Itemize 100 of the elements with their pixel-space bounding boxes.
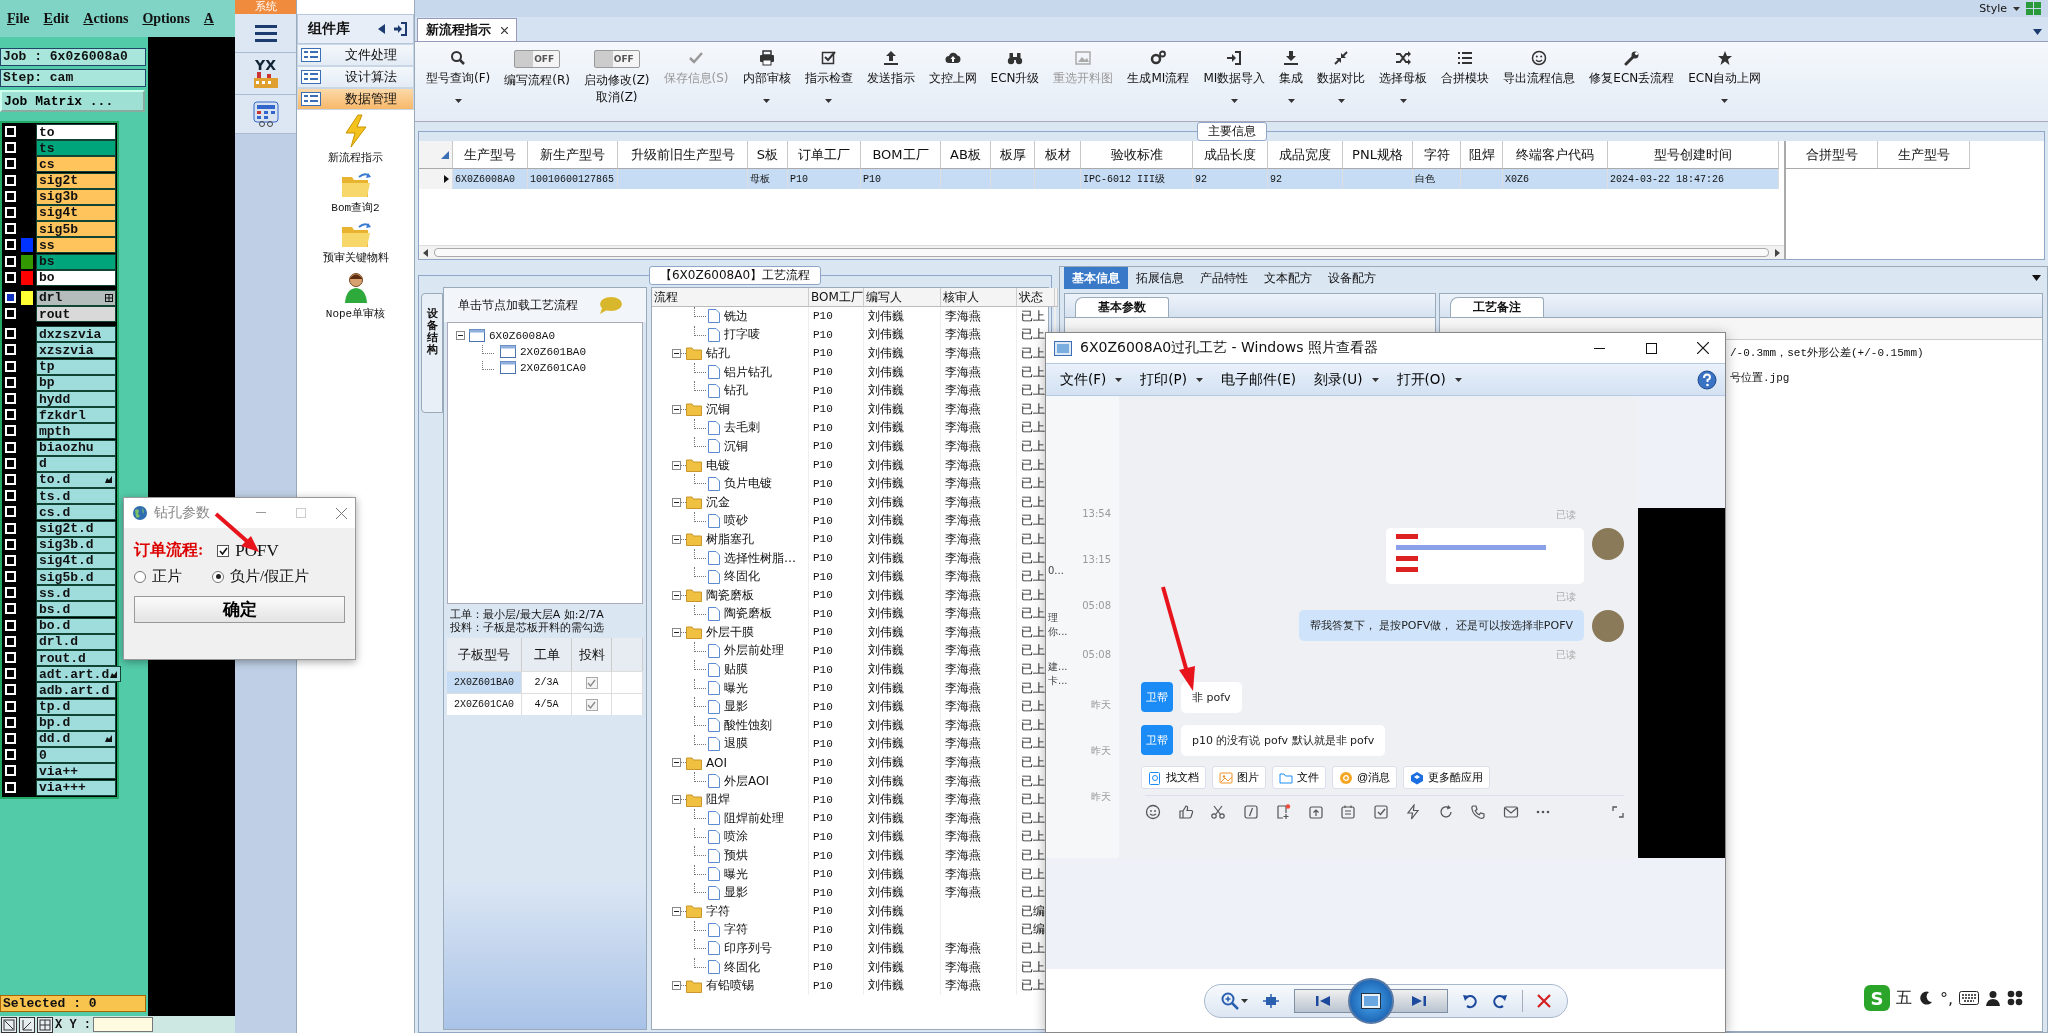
ime-punctuation[interactable]: °, bbox=[1940, 988, 1954, 1008]
layer-name[interactable]: biaozhu bbox=[36, 439, 116, 456]
horizontal-scrollbar[interactable] bbox=[419, 245, 1784, 259]
quick-action-button[interactable]: 文件 bbox=[1272, 766, 1326, 789]
layer-name[interactable]: adt.art.d bbox=[36, 666, 122, 683]
component-item[interactable]: Bom查询2 bbox=[331, 200, 380, 215]
category-item[interactable]: 设计算法 bbox=[297, 66, 414, 88]
collapse-icon[interactable] bbox=[672, 758, 681, 768]
tree-node[interactable]: 钻孔 bbox=[720, 382, 748, 400]
toolbar-button[interactable]: 合拼模块 bbox=[1434, 50, 1497, 87]
layer-name[interactable]: via++ bbox=[36, 763, 116, 780]
ime-mode[interactable]: 五 bbox=[1896, 987, 1912, 1009]
column-header[interactable]: 字符 bbox=[1413, 141, 1461, 169]
quick-action-button[interactable]: 更多酷应用 bbox=[1403, 766, 1491, 789]
layer-name[interactable]: rout.d bbox=[36, 650, 116, 666]
layer-name[interactable]: bo.d bbox=[36, 617, 116, 634]
tree-node[interactable]: 沉金 bbox=[702, 493, 730, 511]
tree-node[interactable]: 沉铜 bbox=[702, 400, 730, 418]
menu-item[interactable]: Options bbox=[142, 10, 190, 27]
column-header[interactable]: 编写人 bbox=[864, 288, 941, 307]
layer-checkbox[interactable] bbox=[5, 668, 16, 680]
previous-button[interactable] bbox=[1293, 988, 1352, 1013]
expand-icon[interactable] bbox=[1612, 806, 1624, 818]
panel-tab[interactable]: 工艺备注 bbox=[1450, 297, 1544, 317]
tree-node[interactable]: 显影 bbox=[720, 698, 748, 716]
tree-node[interactable]: 打字唛 bbox=[720, 326, 760, 344]
column-header[interactable]: 工单 bbox=[522, 638, 572, 671]
layer-checkbox[interactable] bbox=[5, 635, 16, 647]
job-matrix-button[interactable]: Job Matrix ... bbox=[0, 90, 145, 112]
collapse-icon[interactable] bbox=[672, 404, 681, 414]
minimize-icon[interactable] bbox=[256, 512, 266, 514]
column-header[interactable]: 流程 bbox=[652, 288, 809, 307]
dropdown-icon[interactable] bbox=[2033, 29, 2042, 35]
component-item[interactable]: 新流程指示 bbox=[328, 150, 383, 165]
tree-node[interactable]: 退膜 bbox=[720, 735, 748, 753]
tab[interactable]: 产品特性 bbox=[1192, 267, 1256, 289]
fit-button[interactable] bbox=[1261, 992, 1280, 1009]
layer-checkbox[interactable] bbox=[5, 126, 16, 137]
column-header[interactable]: 生产型号 bbox=[453, 141, 528, 169]
column-header[interactable]: 订单工厂 bbox=[788, 141, 861, 169]
radio-label[interactable]: 负片/假正片 bbox=[230, 567, 310, 586]
quick-action-button[interactable]: 图片 bbox=[1212, 766, 1266, 789]
menu-button[interactable]: 刻录(U) bbox=[1310, 370, 1383, 389]
toggle-switch[interactable]: OFF bbox=[593, 50, 640, 68]
column-header[interactable]: BOM工厂 bbox=[861, 141, 941, 169]
layer-name[interactable]: dxzszvia bbox=[36, 326, 116, 343]
tree-node[interactable]: 阻焊 bbox=[702, 791, 730, 809]
tree-node[interactable]: 陶瓷磨板 bbox=[720, 605, 772, 623]
xy-field[interactable] bbox=[93, 1017, 153, 1032]
toolbar-button[interactable]: 修复ECN丢流程 bbox=[1582, 50, 1682, 87]
row-header[interactable] bbox=[419, 169, 453, 189]
tab[interactable]: 设备配方 bbox=[1320, 267, 1384, 289]
layer-checkbox[interactable] bbox=[5, 473, 16, 485]
toolbar-button[interactable]: OFF 启动修改(Z) 取消(Z) bbox=[576, 50, 657, 106]
layer-name[interactable]: bs bbox=[36, 253, 116, 270]
menu-icon[interactable] bbox=[254, 24, 277, 42]
mail-icon[interactable] bbox=[1502, 804, 1519, 820]
layer-checkbox[interactable] bbox=[5, 158, 16, 170]
tree-node[interactable]: 喷砂 bbox=[720, 512, 748, 530]
layer-checkbox[interactable] bbox=[5, 223, 16, 235]
layer-name[interactable]: ts bbox=[36, 140, 116, 157]
message-image[interactable] bbox=[1386, 528, 1584, 584]
toolbar-button[interactable]: 集成 bbox=[1272, 50, 1311, 103]
column-header[interactable]: 生产型号 bbox=[1878, 141, 1970, 169]
layer-checkbox[interactable] bbox=[5, 142, 16, 154]
layer-name[interactable]: ss.d bbox=[36, 585, 116, 602]
calculator-icon[interactable] bbox=[251, 101, 280, 127]
tree-node[interactable]: 终固化 bbox=[720, 568, 760, 586]
column-header[interactable]: 成品长度 bbox=[1193, 141, 1268, 169]
panel-tab[interactable]: 基本参数 bbox=[1075, 297, 1169, 317]
collapse-icon[interactable] bbox=[456, 331, 465, 340]
keyboard-icon[interactable] bbox=[1959, 991, 1980, 1005]
tab[interactable]: 拓展信息 bbox=[1128, 267, 1192, 289]
tree-node[interactable]: AOI bbox=[702, 755, 727, 770]
layer-checkbox[interactable] bbox=[5, 393, 16, 404]
tree-node[interactable]: 终固化 bbox=[720, 958, 760, 976]
column-header[interactable]: 阻焊 bbox=[1461, 141, 1503, 169]
help-icon[interactable] bbox=[1697, 369, 1717, 390]
tree-node[interactable]: 字符 bbox=[702, 902, 730, 920]
layer-checkbox[interactable] bbox=[5, 571, 16, 583]
collapse-icon[interactable] bbox=[672, 906, 681, 916]
column-header[interactable]: BOM工厂 bbox=[809, 288, 864, 307]
toolbar-button[interactable]: 文控上网 bbox=[921, 50, 984, 87]
collapse-icon[interactable] bbox=[672, 795, 681, 805]
tree-node[interactable]: 铝片钻孔 bbox=[720, 363, 772, 381]
tab[interactable]: 基本信息 bbox=[1064, 267, 1128, 289]
next-button[interactable] bbox=[1389, 988, 1448, 1013]
layer-checkbox[interactable] bbox=[5, 271, 16, 283]
grid-button[interactable] bbox=[37, 1016, 53, 1033]
column-header[interactable]: 核审人 bbox=[941, 288, 1017, 307]
layer-checkbox[interactable] bbox=[5, 619, 16, 631]
menu-button[interactable]: 电子邮件(E) bbox=[1217, 370, 1301, 389]
layer-checkbox[interactable] bbox=[5, 490, 16, 502]
toolbar-button[interactable]: 选择母板 bbox=[1372, 50, 1435, 103]
column-header[interactable]: 升级前旧生产型号 bbox=[618, 141, 748, 169]
category-item[interactable]: 数据管理 bbox=[297, 88, 414, 110]
layer-checkbox[interactable] bbox=[5, 652, 16, 663]
slash-icon[interactable] bbox=[1242, 804, 1259, 820]
tree-node[interactable]: 有铅喷锡 bbox=[702, 977, 754, 995]
layer-checkbox[interactable] bbox=[5, 749, 16, 761]
